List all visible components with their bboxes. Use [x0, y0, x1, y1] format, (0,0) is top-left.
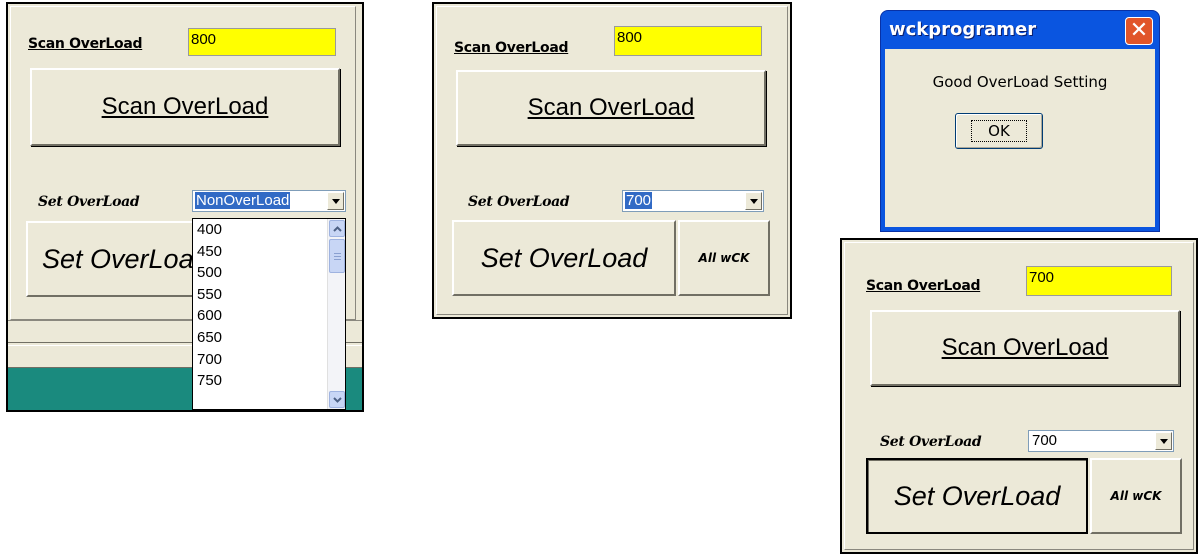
- scan-overload-label: Scan OverLoad: [454, 40, 569, 56]
- scan-overload-value[interactable]: 700: [1026, 266, 1172, 296]
- overload-panel-result: Scan OverLoad 700 Scan OverLoad Set Over…: [840, 238, 1198, 554]
- set-overload-button[interactable]: Set OverLoad: [866, 458, 1088, 534]
- overload-combo[interactable]: 700: [622, 190, 764, 212]
- overload-panel-with-dropdown: Scan OverLoad 800 Scan OverLoad Set Over…: [6, 2, 364, 412]
- scroll-thumb[interactable]: [329, 239, 345, 273]
- overload-combo[interactable]: NonOverLoad: [192, 190, 346, 212]
- dialog-message: Good OverLoad Setting: [932, 73, 1108, 91]
- overload-combo[interactable]: 700: [1028, 430, 1174, 452]
- dropdown-item[interactable]: 500: [193, 262, 345, 284]
- dropdown-item[interactable]: 550: [193, 284, 345, 306]
- overload-dropdown-list[interactable]: 400 450 500 550 600 650 700 750: [192, 218, 346, 410]
- combo-selected-value: 700: [625, 192, 653, 209]
- combo-selected-value: 700: [1032, 432, 1058, 449]
- dropdown-scrollbar[interactable]: [327, 219, 345, 409]
- dropdown-item[interactable]: 600: [193, 305, 345, 327]
- dialog-title: wckprogramer: [889, 19, 1037, 40]
- scan-overload-label: Scan OverLoad: [866, 278, 981, 294]
- close-icon[interactable]: ✕: [1125, 17, 1153, 45]
- scan-overload-value[interactable]: 800: [188, 28, 336, 56]
- combo-selected-value: NonOverLoad: [195, 192, 291, 209]
- dropdown-item[interactable]: 450: [193, 241, 345, 263]
- dropdown-item[interactable]: 650: [193, 327, 345, 349]
- dropdown-item[interactable]: 400: [193, 219, 345, 241]
- dialog-body: Good OverLoad Setting OK: [885, 49, 1155, 227]
- dropdown-arrow-icon[interactable]: [327, 192, 344, 210]
- dropdown-item[interactable]: 750: [193, 370, 345, 392]
- scan-overload-button[interactable]: Scan OverLoad: [456, 70, 766, 146]
- all-wck-button[interactable]: All wCK: [678, 220, 770, 296]
- ok-label: OK: [971, 120, 1027, 142]
- scan-overload-button[interactable]: Scan OverLoad: [870, 310, 1180, 386]
- scroll-up-icon[interactable]: [329, 220, 345, 237]
- scan-overload-button[interactable]: Scan OverLoad: [30, 68, 340, 146]
- scan-overload-label: Scan OverLoad: [28, 36, 143, 52]
- set-overload-label: Set OverLoad: [38, 194, 140, 210]
- message-dialog: wckprogramer ✕ Good OverLoad Setting OK: [880, 10, 1160, 232]
- dropdown-arrow-icon[interactable]: [745, 192, 762, 210]
- set-overload-label: Set OverLoad: [880, 434, 982, 450]
- overload-panel: Scan OverLoad 800 Scan OverLoad Set Over…: [432, 2, 792, 319]
- set-overload-label: Set OverLoad: [468, 194, 570, 210]
- set-overload-button[interactable]: Set OverLoad: [452, 220, 676, 296]
- scan-overload-value[interactable]: 800: [614, 26, 762, 56]
- close-glyph: ✕: [1129, 18, 1149, 43]
- all-wck-button[interactable]: All wCK: [1090, 458, 1182, 534]
- scroll-down-icon[interactable]: [329, 391, 345, 408]
- ok-button[interactable]: OK: [955, 113, 1043, 149]
- dropdown-item[interactable]: 700: [193, 349, 345, 371]
- dropdown-arrow-icon[interactable]: [1155, 432, 1172, 450]
